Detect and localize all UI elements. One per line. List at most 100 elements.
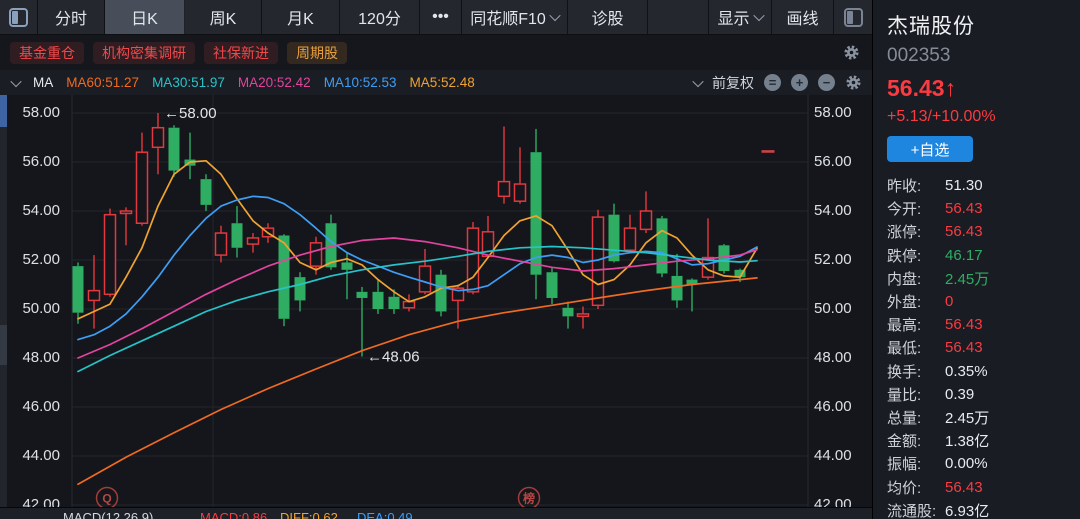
candle-up [89, 291, 100, 301]
stat-label: 外盘: [887, 291, 939, 312]
tag-fund-heavy[interactable]: 基金重仓 [10, 42, 84, 64]
stat-value: 2.45万 [945, 268, 989, 289]
tab-min-120[interactable]: 120分 [340, 0, 420, 34]
stock-change: +5.13/+10.00% [887, 108, 1070, 126]
stat-value: 46.17 [945, 247, 983, 264]
stat-value: 0.39 [945, 386, 974, 403]
tag-cyclical-stock[interactable]: 周期股 [287, 42, 347, 64]
price-tick-right: 50.00 [814, 300, 866, 318]
stat-value: 56.43 [945, 479, 983, 496]
zoom-in-button[interactable]: + [791, 74, 808, 91]
macd-indicator-strip[interactable]: MACD(12,26,9)MACD:0.86DIFF:0.62DEA:0.49 [0, 507, 872, 519]
stat-row: 金额:1.38亿 [887, 429, 1070, 452]
candle-down [232, 223, 243, 248]
candle-up [248, 238, 259, 244]
stat-value: 0 [945, 293, 953, 310]
tag-social-security-new[interactable]: 社保新进 [204, 42, 278, 64]
ma-indicator-bar: MA MA60:51.27MA30:51.97MA20:52.42MA10:52… [0, 70, 872, 95]
candle-up [499, 182, 510, 197]
stat-value: 51.30 [945, 177, 983, 194]
tab-label: 120分 [358, 5, 401, 29]
adjust-mode-selector[interactable]: 前复权 [712, 73, 754, 93]
candle-down [389, 297, 400, 309]
tab-monthly-k[interactable]: 月K [262, 0, 340, 34]
stat-row: 涨停:56.43 [887, 220, 1070, 243]
collapsed-sidebar-strip[interactable] [0, 95, 7, 507]
price-tick-right: 56.00 [814, 153, 866, 171]
stat-label: 量比: [887, 384, 939, 405]
stat-label: 今开: [887, 198, 939, 219]
tab-draw-line[interactable]: 画线 [772, 0, 834, 34]
price-tick-right: 58.00 [814, 104, 866, 122]
stat-label: 换手: [887, 361, 939, 382]
price-tick-left: 56.00 [12, 153, 60, 171]
tab-daily-k[interactable]: 日K [105, 0, 185, 34]
price-tick-left: 54.00 [12, 202, 60, 220]
stat-row: 换手:0.35% [887, 360, 1070, 383]
stock-tags-row: 基金重仓机构密集调研社保新进周期股 [0, 35, 872, 70]
tab-ths-f10[interactable]: 同花顺F10 [462, 0, 568, 34]
candle-down [672, 276, 683, 301]
tab-label: 显示 [717, 5, 749, 29]
stat-row: 均价:56.43 [887, 475, 1070, 498]
left-panel-toggle-button[interactable] [0, 0, 38, 34]
stock-code: 002353 [887, 45, 1070, 67]
candle-down [169, 128, 180, 171]
stat-label: 内盘: [887, 268, 939, 289]
stamp-badge-text: Q [102, 492, 111, 506]
stat-label: 跌停: [887, 245, 939, 266]
candle-up [641, 211, 652, 229]
stat-row: 今开:56.43 [887, 197, 1070, 220]
candle-down [73, 266, 84, 313]
candle-up [153, 128, 164, 148]
candle-down [295, 277, 306, 300]
stat-row: 最高: 56.43 [887, 313, 1070, 336]
candle-down [657, 218, 668, 273]
right-panel-toggle-button[interactable] [834, 0, 872, 34]
price-tick-left: 58.00 [12, 104, 60, 122]
chart-settings-gear-icon[interactable] [845, 74, 862, 91]
candle-down [342, 262, 353, 269]
price-tick-right: 44.00 [814, 447, 866, 465]
stat-value: 0.00% [945, 455, 988, 472]
up-arrow-icon: ↑ [945, 75, 957, 101]
macd-strip-item: DIFF:0.62 [280, 510, 338, 519]
stat-value: 56.43 [945, 339, 983, 356]
stat-row: 外盘: 0 [887, 290, 1070, 313]
tab-display[interactable]: 显示 [708, 0, 772, 34]
tab-diagnose[interactable]: 诊股 [568, 0, 648, 34]
add-watchlist-button[interactable]: +自选 [887, 136, 973, 162]
candle-down [563, 308, 574, 317]
stat-label: 总量: [887, 407, 939, 428]
tab-label: 日K [131, 5, 158, 29]
tab-minute[interactable]: 分时 [38, 0, 105, 34]
tab-label: 月K [287, 5, 314, 29]
tab-label: 诊股 [591, 5, 623, 29]
zoom-out-button[interactable]: − [818, 74, 835, 91]
ma-group-label[interactable]: MA [33, 75, 53, 90]
stat-label: 最高: [887, 314, 939, 335]
chevron-down-icon [549, 10, 560, 21]
tab-label: 画线 [786, 5, 818, 29]
stat-row: 昨收: 51.30 [887, 174, 1070, 197]
candle-down [436, 275, 447, 312]
stock-price: 56.43↑ [887, 75, 1070, 102]
tab-more[interactable]: ••• [420, 0, 462, 34]
reset-zoom-button[interactable]: = [764, 74, 781, 91]
stat-value: 1.38亿 [945, 430, 989, 451]
ma-value-ma10: MA10:52.53 [324, 75, 397, 90]
candle-up [625, 228, 636, 250]
stat-value: 56.43 [945, 223, 983, 240]
candlestick-chart-canvas[interactable]: ←58.00←48.06Q榜 58.0058.0056.0056.0054.00… [0, 95, 872, 507]
tab-label: 周K [210, 5, 237, 29]
tags-settings-gear-icon[interactable] [843, 44, 860, 61]
tab-weekly-k[interactable]: 周K [185, 0, 262, 34]
candle-up [311, 243, 322, 266]
stat-value: 56.43 [945, 316, 983, 333]
price-annotation: ←48.06 [367, 349, 420, 366]
macd-strip-item: MACD(12,26,9) [63, 510, 153, 519]
tag-institution-survey[interactable]: 机构密集调研 [93, 42, 195, 64]
panel-toggle-icon [844, 8, 863, 27]
candle-up [515, 184, 526, 201]
stat-label: 昨收: [887, 175, 939, 196]
